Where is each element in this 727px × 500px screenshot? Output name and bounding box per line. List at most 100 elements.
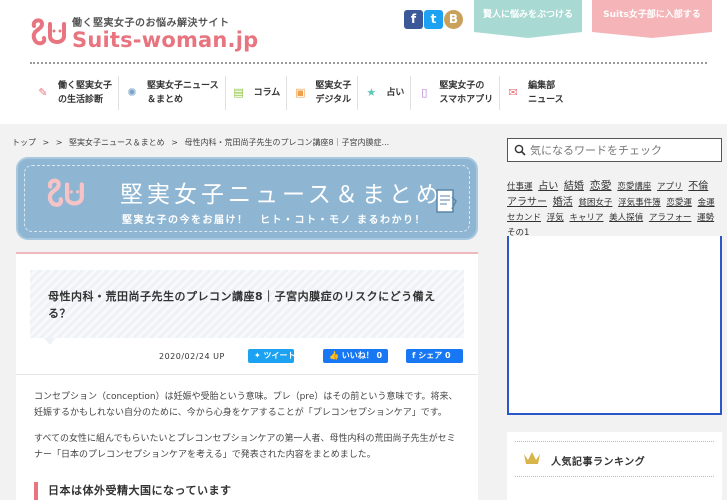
- tag-link[interactable]: 恋愛講座: [617, 182, 651, 192]
- banner-subtitle: 堅実女子の今をお届け！ ヒト・コト・モノ まるわかり！: [122, 215, 426, 226]
- nav-label-line1: 占い: [386, 88, 405, 98]
- logo-face-icon[interactable]: [30, 18, 68, 50]
- nav-label-line1: 働く堅実女子: [58, 81, 113, 91]
- article-paragraph: コンセプション（conception）は妊娠や受胎という意味。プレ（pre）はそ…: [34, 392, 458, 418]
- tag-link[interactable]: 美人探偵: [609, 213, 643, 223]
- tag-link[interactable]: 恋愛: [590, 179, 612, 192]
- site-header: 働く堅実女子のお悩み解決サイト Suits-woman.jp f t B 賢人に…: [0, 0, 727, 62]
- facebook-icon[interactable]: f: [404, 10, 423, 29]
- consult-expert-button[interactable]: 賢人に悩みをぶつける: [474, 0, 582, 32]
- nav-label-line2: ＆まとめ: [147, 95, 184, 105]
- hatena-bookmark-icon[interactable]: B: [444, 10, 463, 29]
- nav-label: 占い: [386, 86, 404, 100]
- share-divider: [16, 374, 478, 375]
- nav-item-lifestyle-check[interactable]: ✎ 働く堅実女子 の生活診断: [30, 76, 120, 110]
- article-date: 2020/02/24 UP: [159, 352, 225, 361]
- tag-link[interactable]: 結婚: [564, 181, 584, 192]
- article-subheading: 日本は体外受精大国になっています: [34, 482, 462, 500]
- nav-label: 堅実女子 デジタル: [315, 79, 351, 107]
- breadcrumb-sep: >: [171, 138, 178, 147]
- crown-icon: [524, 452, 540, 464]
- advertisement-slot[interactable]: [507, 236, 722, 415]
- breadcrumb-sep: >: [42, 138, 50, 147]
- link-icon: ✺: [127, 86, 137, 99]
- nav-item-editorial[interactable]: ✉ 編集部ニュース: [500, 76, 570, 110]
- nav-label-line1: 堅実女子: [315, 81, 352, 91]
- book-icon: ▤: [233, 86, 244, 99]
- tag-link[interactable]: 金運: [698, 198, 715, 208]
- nav-label-line1: 堅実女子ニュース: [147, 81, 219, 91]
- nav-label: 働く堅実女子 の生活診断: [58, 79, 112, 107]
- nav-item-news[interactable]: ✺ 堅実女子ニュース ＆まとめ: [119, 76, 226, 110]
- tag-link[interactable]: 恋愛運: [666, 198, 692, 208]
- tag-link[interactable]: 浮気: [547, 213, 564, 223]
- tag-link[interactable]: アプリ: [657, 182, 683, 192]
- tag-link[interactable]: 浮気事件簿: [618, 198, 661, 208]
- tag-link[interactable]: キャリア: [569, 213, 603, 223]
- breadcrumb-current: 母性内科・荒田尚子先生のプレコン講座8｜子宮内膜症...: [184, 138, 390, 147]
- tweet-button[interactable]: ✦ ツイート: [248, 349, 296, 363]
- article-card: 母性内科・荒田尚子先生のプレコン講座8｜子宮内膜症のリスクにどう備える？ 202…: [16, 252, 478, 500]
- title-notch: [44, 338, 56, 345]
- ranking-divider: [515, 441, 714, 442]
- star-icon: ★: [366, 86, 377, 99]
- tag-cloud: 仕事運 占い 結婚 恋愛 恋愛講座 アプリ 不倫 アラサー 婚活 貧困女子 浮気…: [507, 178, 723, 241]
- like-button[interactable]: 👍 いいね！ 0: [323, 349, 388, 363]
- twitter-icon[interactable]: t: [424, 10, 443, 29]
- tag-link[interactable]: 運勢: [697, 213, 714, 223]
- breadcrumb: トップ > > 堅実女子ニュース＆まとめ > 母性内科・荒田尚子先生のプレコン講…: [12, 137, 393, 148]
- bag-icon: ▣: [295, 86, 306, 99]
- nav-label-line2: デジタル: [315, 95, 352, 105]
- article-paragraph: すべての女性に組んでもらいたいとプレコンセプションケアの第一人者、母性内科の荒田…: [34, 434, 456, 460]
- document-clip-icon: [436, 189, 457, 213]
- category-banner: 堅実女子ニュース＆まとめ 堅実女子の今をお届け！ ヒト・コト・モノ まるわかり！: [16, 157, 478, 240]
- nav-label-line2: ニュース: [528, 95, 564, 105]
- nav-label: 編集部 ニュース: [528, 79, 564, 107]
- breadcrumb-category[interactable]: 堅実女子ニュース＆まとめ: [69, 138, 165, 147]
- nav-label-line1: コラム: [253, 88, 281, 98]
- article-title-box: 母性内科・荒田尚子先生のプレコン講座8｜子宮内膜症のリスクにどう備える？: [30, 270, 464, 338]
- join-club-button[interactable]: Suits女子部に入部する: [592, 0, 712, 32]
- nav-label: コラム: [254, 86, 281, 100]
- nav-label-line2: スマホアプリ: [439, 95, 494, 105]
- phone-icon: ▯: [421, 86, 428, 99]
- search-input[interactable]: [530, 141, 718, 159]
- nav-item-column[interactable]: ▤ コラム: [226, 76, 288, 110]
- tweet-label: ツイート: [263, 351, 296, 360]
- ranking-divider: [515, 476, 714, 477]
- nav-label-line1: 堅実女子の: [439, 81, 485, 91]
- like-label: いいね！ 0: [341, 351, 383, 360]
- nav-label: 堅実女子のスマホアプリ: [439, 79, 493, 107]
- tag-link[interactable]: 貧困女子: [578, 198, 612, 208]
- tag-link[interactable]: アラサー: [507, 197, 547, 208]
- tag-link[interactable]: 婚活: [553, 197, 573, 208]
- global-nav: ✎ 働く堅実女子 の生活診断 ✺ 堅実女子ニュース ＆まとめ ▤ コラム ▣ 堅実女…: [30, 76, 707, 112]
- search-box: [507, 138, 722, 162]
- share-label: シェア 0: [418, 351, 451, 360]
- nav-label-line2: の生活診断: [58, 95, 104, 105]
- ranking-title: 人気記事ランキング: [551, 457, 646, 468]
- search-icon[interactable]: [514, 144, 526, 156]
- nav-item-digital[interactable]: ▣ 堅実女子デジタル: [287, 76, 359, 110]
- site-logo-text[interactable]: Suits-woman.jp: [72, 28, 258, 52]
- nav-label-line1: 編集部: [528, 81, 556, 91]
- banner-title: 堅実女子ニュース＆まとめ: [120, 182, 443, 208]
- tag-link[interactable]: 不倫: [688, 181, 708, 192]
- logo-face-icon: [47, 178, 84, 207]
- breadcrumb-sep: >: [55, 138, 63, 147]
- article-title: 母性内科・荒田尚子先生のプレコン講座8｜子宮内膜症のリスクにどう備える？: [48, 290, 436, 320]
- header-divider: [30, 62, 707, 64]
- nav-label: 堅実女子ニュース ＆まとめ: [147, 79, 219, 107]
- tag-link[interactable]: アラフォー: [649, 213, 692, 223]
- ranking-widget: 人気記事ランキング: [507, 432, 722, 500]
- chat-icon: ✉: [508, 86, 518, 99]
- nav-item-fortune[interactable]: ★ 占い: [358, 76, 412, 110]
- tag-link[interactable]: セカンド: [507, 213, 541, 223]
- nav-item-app[interactable]: ▯ 堅実女子のスマホアプリ: [411, 76, 501, 110]
- clipboard-icon: ✎: [38, 86, 48, 99]
- breadcrumb-home[interactable]: トップ: [12, 138, 36, 147]
- site-tagline: 働く堅実女子のお悩み解決サイト: [72, 18, 230, 29]
- facebook-share-button[interactable]: f シェア 0: [406, 349, 463, 363]
- tag-link[interactable]: 仕事運: [507, 182, 533, 192]
- tag-link[interactable]: 占い: [538, 181, 558, 192]
